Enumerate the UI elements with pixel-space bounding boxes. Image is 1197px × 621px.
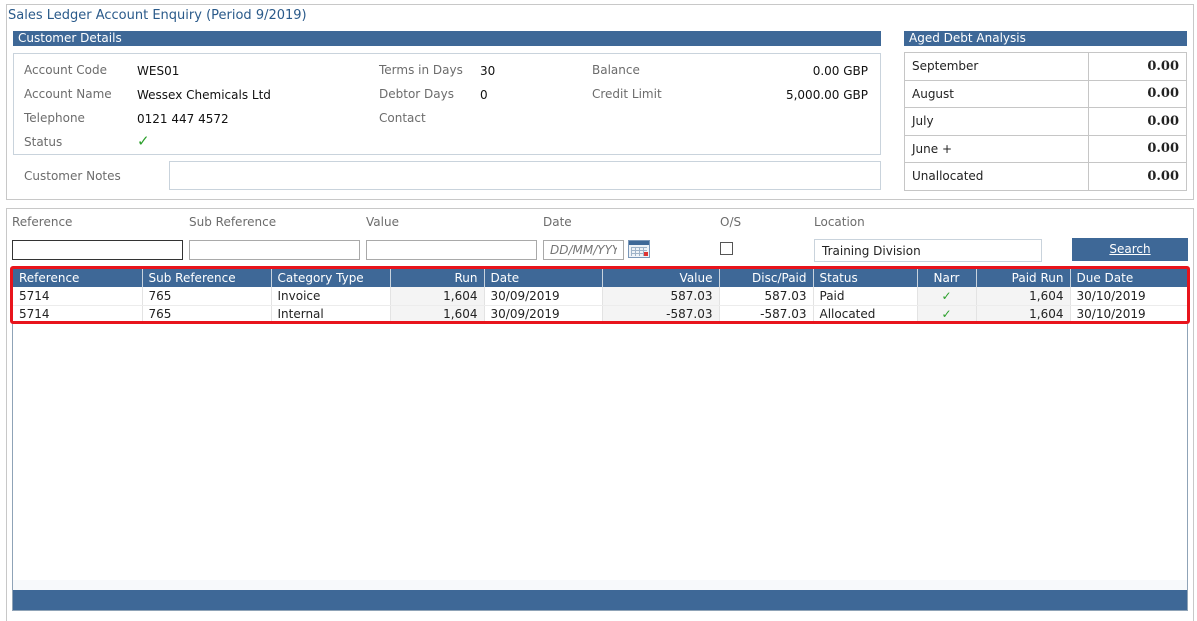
- account-name-label: Account Name: [24, 87, 112, 101]
- filter-value-label: Value: [366, 215, 399, 229]
- balance-label: Balance: [592, 63, 640, 77]
- debtor-days-label: Debtor Days: [379, 87, 454, 101]
- page-title: Sales Ledger Account Enquiry (Period 9/2…: [8, 8, 307, 23]
- aged-amount: 0.00: [1088, 107, 1187, 136]
- aged-row: September 0.00: [904, 52, 1187, 81]
- filter-date-label: Date: [543, 215, 572, 229]
- customer-notes-label: Customer Notes: [24, 169, 121, 183]
- col-due-date[interactable]: Due Date: [1070, 269, 1188, 287]
- grid-footer-bar: [13, 590, 1187, 610]
- status-label: Status: [24, 135, 63, 149]
- col-run[interactable]: Run: [390, 269, 485, 287]
- cell-due-date: 30/10/2019: [1070, 287, 1188, 306]
- cell-category-type: Internal: [271, 305, 391, 324]
- results-table: Reference Sub Reference Category Type Ru…: [13, 269, 1188, 324]
- telephone-label: Telephone: [24, 111, 85, 125]
- col-category-type[interactable]: Category Type: [271, 269, 391, 287]
- cell-disc-paid: 587.03: [719, 287, 814, 306]
- value-input[interactable]: [366, 240, 537, 260]
- cell-value: -587.03: [602, 305, 720, 324]
- cell-category-type: Invoice: [271, 287, 391, 306]
- cell-paid-run: 1,604: [976, 287, 1071, 306]
- debtor-days-value: 0: [480, 88, 488, 102]
- telephone-value: 0121 447 4572: [137, 112, 229, 126]
- aged-amount: 0.00: [1088, 134, 1187, 163]
- col-value[interactable]: Value: [602, 269, 720, 287]
- col-paid-run[interactable]: Paid Run: [976, 269, 1071, 287]
- cell-value: 587.03: [602, 287, 720, 306]
- col-reference[interactable]: Reference: [13, 269, 143, 287]
- col-disc-paid[interactable]: Disc/Paid: [719, 269, 814, 287]
- account-code-label: Account Code: [24, 63, 107, 77]
- cell-status: Allocated: [813, 305, 918, 324]
- calendar-icon[interactable]: [628, 240, 650, 258]
- os-checkbox[interactable]: [720, 242, 733, 255]
- col-status[interactable]: Status: [813, 269, 918, 287]
- location-field[interactable]: Training Division: [814, 239, 1042, 262]
- cell-status: Paid: [813, 287, 918, 306]
- aged-label: September: [904, 52, 1089, 81]
- contact-label: Contact: [379, 111, 426, 125]
- col-narr[interactable]: Narr: [917, 269, 977, 287]
- account-code-value: WES01: [137, 64, 180, 78]
- aged-row: August 0.00: [904, 79, 1187, 108]
- cell-sub-reference: 765: [142, 305, 272, 324]
- cell-sub-reference: 765: [142, 287, 272, 306]
- table-row[interactable]: 5714 765 Invoice 1,604 30/09/2019 587.03…: [13, 287, 1188, 306]
- cell-reference: 5714: [13, 287, 143, 306]
- col-date[interactable]: Date: [484, 269, 603, 287]
- account-name-value: Wessex Chemicals Ltd: [137, 88, 271, 102]
- grid-empty-area: [13, 580, 1187, 590]
- cell-date: 30/09/2019: [484, 305, 603, 324]
- results-header-row: Reference Sub Reference Category Type Ru…: [13, 269, 1188, 287]
- aged-debt-header: Aged Debt Analysis: [904, 31, 1187, 46]
- filter-location-label: Location: [814, 215, 865, 229]
- aged-amount: 0.00: [1088, 79, 1187, 108]
- cell-run: 1,604: [390, 305, 485, 324]
- balance-value: 0.00 GBP: [812, 64, 868, 78]
- aged-label: July: [904, 107, 1089, 136]
- aged-row: June +0.00: [904, 134, 1187, 163]
- date-input[interactable]: [543, 240, 624, 260]
- customer-details-header: Customer Details: [13, 31, 881, 46]
- terms-label: Terms in Days: [379, 63, 463, 77]
- aged-label: Unallocated: [904, 162, 1089, 191]
- terms-value: 30: [480, 64, 496, 78]
- customer-notes-field[interactable]: [169, 161, 881, 190]
- aged-amount: 0.00: [1088, 52, 1187, 81]
- cell-due-date: 30/10/2019: [1070, 305, 1188, 324]
- cell-disc-paid: -587.03: [719, 305, 814, 324]
- cell-reference: 5714: [13, 305, 143, 324]
- credit-limit-label: Credit Limit: [592, 87, 662, 101]
- filter-reference-label: Reference: [12, 215, 73, 229]
- reference-input[interactable]: [12, 240, 183, 260]
- aged-label: June +: [904, 134, 1089, 163]
- credit-limit-value: 5,000.00 GBP: [785, 88, 868, 102]
- col-sub-reference[interactable]: Sub Reference: [142, 269, 272, 287]
- aged-row: July 0.00: [904, 107, 1187, 136]
- filter-sub-reference-label: Sub Reference: [189, 215, 277, 229]
- aged-label: August: [904, 79, 1089, 108]
- aged-debt-table: September 0.00 August 0.00 July 0.00 June +…: [904, 52, 1187, 191]
- table-row[interactable]: 5714 765 Internal 1,604 30/09/2019 -587.…: [13, 305, 1188, 324]
- narr-check-icon: ✓: [917, 305, 977, 324]
- narr-check-icon: ✓: [917, 287, 977, 306]
- aged-row: Unallocated 0.00: [904, 162, 1187, 191]
- sub-reference-input[interactable]: [189, 240, 360, 260]
- cell-date: 30/09/2019: [484, 287, 603, 306]
- check-icon: ✓: [137, 132, 150, 150]
- cell-paid-run: 1,604: [976, 305, 1071, 324]
- cell-run: 1,604: [390, 287, 485, 306]
- search-button[interactable]: Search: [1072, 238, 1188, 261]
- filter-os-label: O/S: [720, 215, 742, 229]
- aged-amount: 0.00: [1088, 162, 1187, 191]
